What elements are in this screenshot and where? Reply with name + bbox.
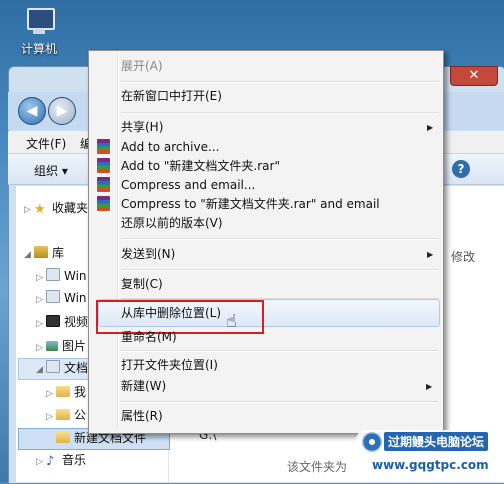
- menu-item-copy[interactable]: 复制(C): [121, 274, 163, 294]
- winrar-icon: [97, 196, 110, 211]
- site-logo-icon: [362, 432, 382, 452]
- menu-item-open-new-window[interactable]: 在新窗口中打开(E): [121, 86, 222, 106]
- back-button[interactable]: ◀: [18, 97, 46, 125]
- video-icon: [46, 315, 60, 327]
- column-header-modified[interactable]: 修改: [451, 248, 475, 265]
- menu-item-rename[interactable]: 重命名(M): [121, 327, 177, 347]
- submenu-arrow-icon: ▶: [427, 123, 434, 132]
- submenu-arrow-icon: ▶: [426, 382, 433, 391]
- winrar-icon: [97, 177, 110, 192]
- nav-library-videos[interactable]: ▷ 视频: [36, 313, 88, 331]
- menu-file[interactable]: 文件(F): [26, 135, 66, 152]
- menu-icon-gutter: [117, 53, 119, 429]
- nav-documents-public[interactable]: ▷ 公: [46, 406, 86, 424]
- menu-separator: [121, 112, 439, 114]
- nav-library-item[interactable]: ▷ Win: [36, 267, 87, 285]
- document-icon: [46, 268, 60, 281]
- hand-cursor-icon: ☝: [226, 311, 237, 332]
- help-icon[interactable]: ?: [452, 160, 470, 178]
- menu-separator: [120, 401, 438, 403]
- winrar-icon: [97, 139, 110, 154]
- menu-item-new[interactable]: 新建(W): [121, 376, 166, 396]
- folder-icon: [56, 386, 70, 397]
- empty-folder-text: 该文件夹为: [287, 460, 348, 474]
- library-icon: [34, 246, 48, 258]
- watermark-title: 过期鳗头电脑论坛: [384, 432, 489, 451]
- submenu-arrow-icon: ▶: [427, 250, 434, 259]
- menu-item-send-to[interactable]: 发送到(N): [121, 244, 175, 264]
- menu-item-add-to-archive[interactable]: Add to archive...: [121, 137, 219, 157]
- nav-library-pictures[interactable]: ▷ 图片: [36, 337, 86, 355]
- nav-library[interactable]: ◢ 库: [24, 244, 64, 262]
- organize-button[interactable]: 组织 ▾: [34, 162, 68, 179]
- menu-item-compress-email[interactable]: Compress and email...: [121, 175, 255, 195]
- document-icon: [46, 360, 60, 373]
- nav-favorites[interactable]: ▷ ★ 收藏夹: [24, 199, 88, 217]
- forward-button[interactable]: ▶: [48, 97, 76, 125]
- winrar-icon: [97, 158, 110, 173]
- music-icon: ♪: [46, 454, 55, 469]
- desktop-icon-computer[interactable]: 计算机: [12, 8, 66, 57]
- window-close-button[interactable]: ✕: [450, 66, 498, 86]
- watermark-url: www.gqgtpc.com: [372, 458, 489, 472]
- menu-separator: [121, 238, 439, 240]
- menu-item-open-folder-location[interactable]: 打开文件夹位置(I): [121, 355, 218, 375]
- nav-library-documents[interactable]: ◢ 文档: [36, 359, 88, 377]
- nav-documents-mine[interactable]: ▷ 我: [46, 383, 86, 401]
- document-icon: [46, 290, 60, 303]
- star-icon: ★: [34, 202, 46, 217]
- nav-library-item[interactable]: ▷ Win: [36, 289, 87, 307]
- folder-icon: [56, 432, 70, 443]
- menu-item-properties[interactable]: 属性(R): [121, 406, 163, 426]
- menu-separator: [121, 269, 439, 271]
- picture-icon: [46, 341, 58, 351]
- menu-item-restore-previous[interactable]: 还原以前的版本(V): [121, 213, 223, 233]
- computer-icon: [24, 8, 55, 36]
- menu-item-expand[interactable]: 展开(A): [121, 56, 163, 76]
- menu-item-compress-rar-email[interactable]: Compress to "新建文档文件夹.rar" and email: [121, 194, 380, 214]
- menu-item-add-to-rar[interactable]: Add to "新建文档文件夹.rar": [121, 156, 280, 176]
- desktop-icon-label: 计算机: [20, 42, 57, 56]
- menu-separator: [121, 81, 439, 83]
- nav-library-music[interactable]: ▷ ♪ 音乐: [36, 451, 86, 469]
- menu-separator: [120, 350, 438, 352]
- folder-icon: [56, 409, 70, 420]
- menu-item-share[interactable]: 共享(H): [121, 117, 163, 137]
